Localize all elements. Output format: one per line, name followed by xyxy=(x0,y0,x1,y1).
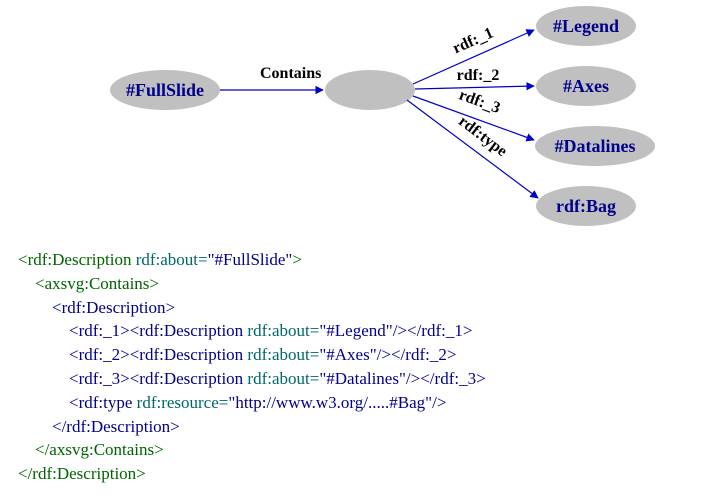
code-l5a: <rdf:_2><rdf:Description xyxy=(18,345,243,364)
node-axes-label: #Axes xyxy=(563,76,609,96)
node-legend: #Legend xyxy=(536,6,636,46)
node-anonymous xyxy=(325,70,415,110)
node-fullslide: #FullSlide xyxy=(110,70,220,110)
edge-rdf-2-label: rdf:_2 xyxy=(457,67,500,84)
code-l2: <axsvg:Contains> xyxy=(18,274,159,293)
node-fullslide-label: #FullSlide xyxy=(126,80,204,100)
code-l4c: "#Legend" xyxy=(319,321,392,340)
code-l4b: rdf:about= xyxy=(243,321,319,340)
code-l3: <rdf:Description> xyxy=(18,298,175,317)
code-l5b: rdf:about= xyxy=(243,345,319,364)
edge-rdf-1-label: rdf:_1 xyxy=(450,24,496,57)
code-l7d: /> xyxy=(432,393,446,412)
code-l6c: "#Datalines" xyxy=(319,369,406,388)
node-rdf-bag-label: rdf:Bag xyxy=(556,196,616,216)
code-l8: </rdf:Description> xyxy=(18,417,180,436)
graph-nodes: #FullSlide #Legend #Axes #Datalines rdf:… xyxy=(110,6,655,226)
code-l6b: rdf:about= xyxy=(243,369,319,388)
rdf-xml-code: <rdf:Description rdf:about="#FullSlide">… xyxy=(18,248,486,486)
rdf-graph-svg: #FullSlide #Legend #Axes #Datalines rdf:… xyxy=(0,0,714,260)
code-l6d: /></rdf:_3> xyxy=(406,369,486,388)
node-datalines-label: #Datalines xyxy=(555,136,636,156)
code-l5d: /></rdf:_2> xyxy=(377,345,457,364)
edge-rdf-3-label: rdf:_3 xyxy=(457,86,503,117)
graph-edges: Contains rdf:_1 rdf:_2 rdf:_3 rdf:type xyxy=(220,24,538,198)
code-l9: </axsvg:Contains> xyxy=(18,440,164,459)
code-l6a: <rdf:_3><rdf:Description xyxy=(18,369,243,388)
edge-rdf-type xyxy=(407,100,538,198)
code-l1a: <rdf:Description xyxy=(18,250,131,269)
code-l10: </rdf:Description> xyxy=(18,464,146,483)
code-l5c: "#Axes" xyxy=(319,345,376,364)
code-l1c: "#FullSlide" xyxy=(208,250,293,269)
code-l7b: rdf:resource= xyxy=(132,393,228,412)
code-l7a: <rdf:type xyxy=(18,393,132,412)
code-l7c: "http://www.w3.org/.....#Bag" xyxy=(228,393,432,412)
node-datalines: #Datalines xyxy=(535,126,655,166)
code-l1d: > xyxy=(292,250,302,269)
edge-contains-label: Contains xyxy=(260,65,321,82)
node-legend-label: #Legend xyxy=(553,16,619,36)
diagram-canvas: #FullSlide #Legend #Axes #Datalines rdf:… xyxy=(0,0,714,500)
node-rdf-bag: rdf:Bag xyxy=(536,186,636,226)
code-l1b: rdf:about= xyxy=(131,250,207,269)
node-axes: #Axes xyxy=(536,66,636,106)
code-l4d: /></rdf:_1> xyxy=(393,321,473,340)
edge-rdf-2 xyxy=(415,86,534,89)
code-l4a: <rdf:_1><rdf:Description xyxy=(18,321,243,340)
edge-rdf-type-label: rdf:type xyxy=(455,113,510,160)
